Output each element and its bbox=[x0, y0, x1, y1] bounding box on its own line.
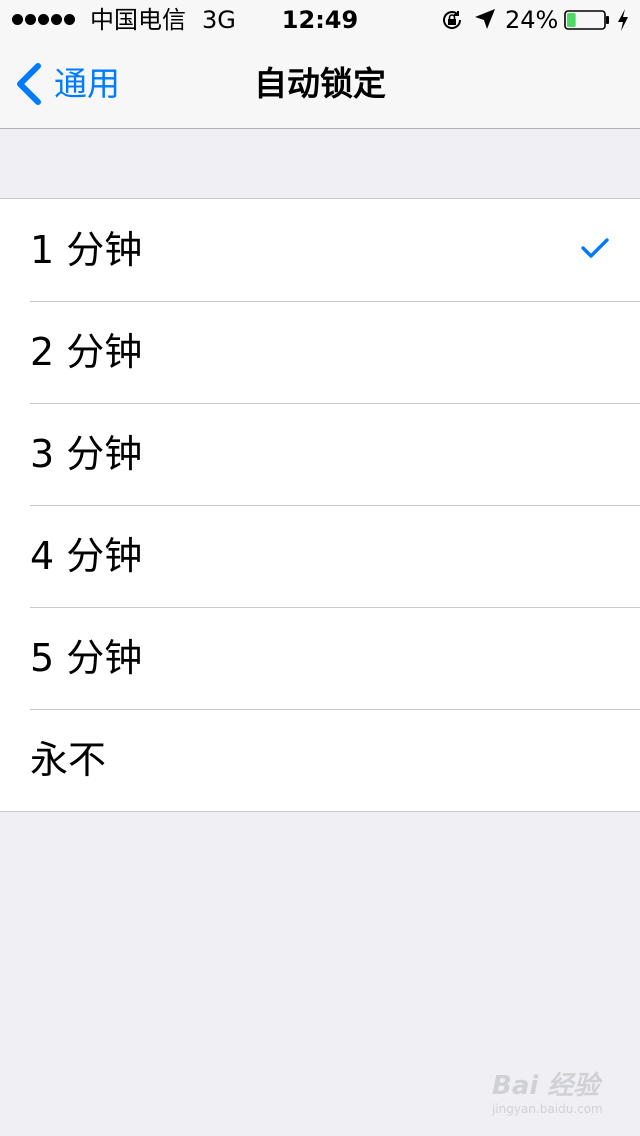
battery-icon bbox=[564, 10, 609, 30]
option-label: 3 分钟 bbox=[30, 432, 143, 476]
location-arrow-icon bbox=[475, 9, 495, 29]
option-label: 2 分钟 bbox=[30, 330, 143, 374]
lightning-bolt-icon bbox=[618, 9, 628, 31]
option-1-minute[interactable]: 1 分钟 bbox=[0, 199, 640, 301]
option-5-minutes[interactable]: 5 分钟 bbox=[0, 607, 640, 709]
option-label: 4 分钟 bbox=[30, 534, 143, 578]
watermark-logo: Bai 经验 jingyan.baidu.com bbox=[488, 1068, 618, 1120]
top-bar: 中国电信 3G 12:49 24% 通用 自动锁定 bbox=[0, 0, 640, 129]
battery-percentage: 24% bbox=[505, 6, 559, 34]
page-title: 自动锁定 bbox=[254, 64, 386, 103]
status-bar: 中国电信 3G 12:49 24% bbox=[0, 0, 640, 40]
battery-fill bbox=[567, 13, 576, 27]
watermark-subtext: jingyan.baidu.com bbox=[492, 1102, 603, 1116]
option-3-minutes[interactable]: 3 分钟 bbox=[0, 403, 640, 505]
option-label: 永不 bbox=[30, 738, 107, 782]
rotation-lock-icon bbox=[443, 11, 462, 29]
option-4-minutes[interactable]: 4 分钟 bbox=[0, 505, 640, 607]
auto-lock-options-list: 1 分钟 2 分钟 3 分钟 4 分钟 5 分钟 永不 bbox=[0, 198, 640, 812]
option-label: 5 分钟 bbox=[30, 636, 143, 680]
option-label: 1 分钟 bbox=[30, 228, 143, 272]
checkmark-icon bbox=[581, 238, 609, 258]
option-2-minutes[interactable]: 2 分钟 bbox=[0, 301, 640, 403]
option-never[interactable]: 永不 bbox=[0, 709, 640, 811]
watermark-text: Bai 经验 bbox=[492, 1071, 600, 1101]
